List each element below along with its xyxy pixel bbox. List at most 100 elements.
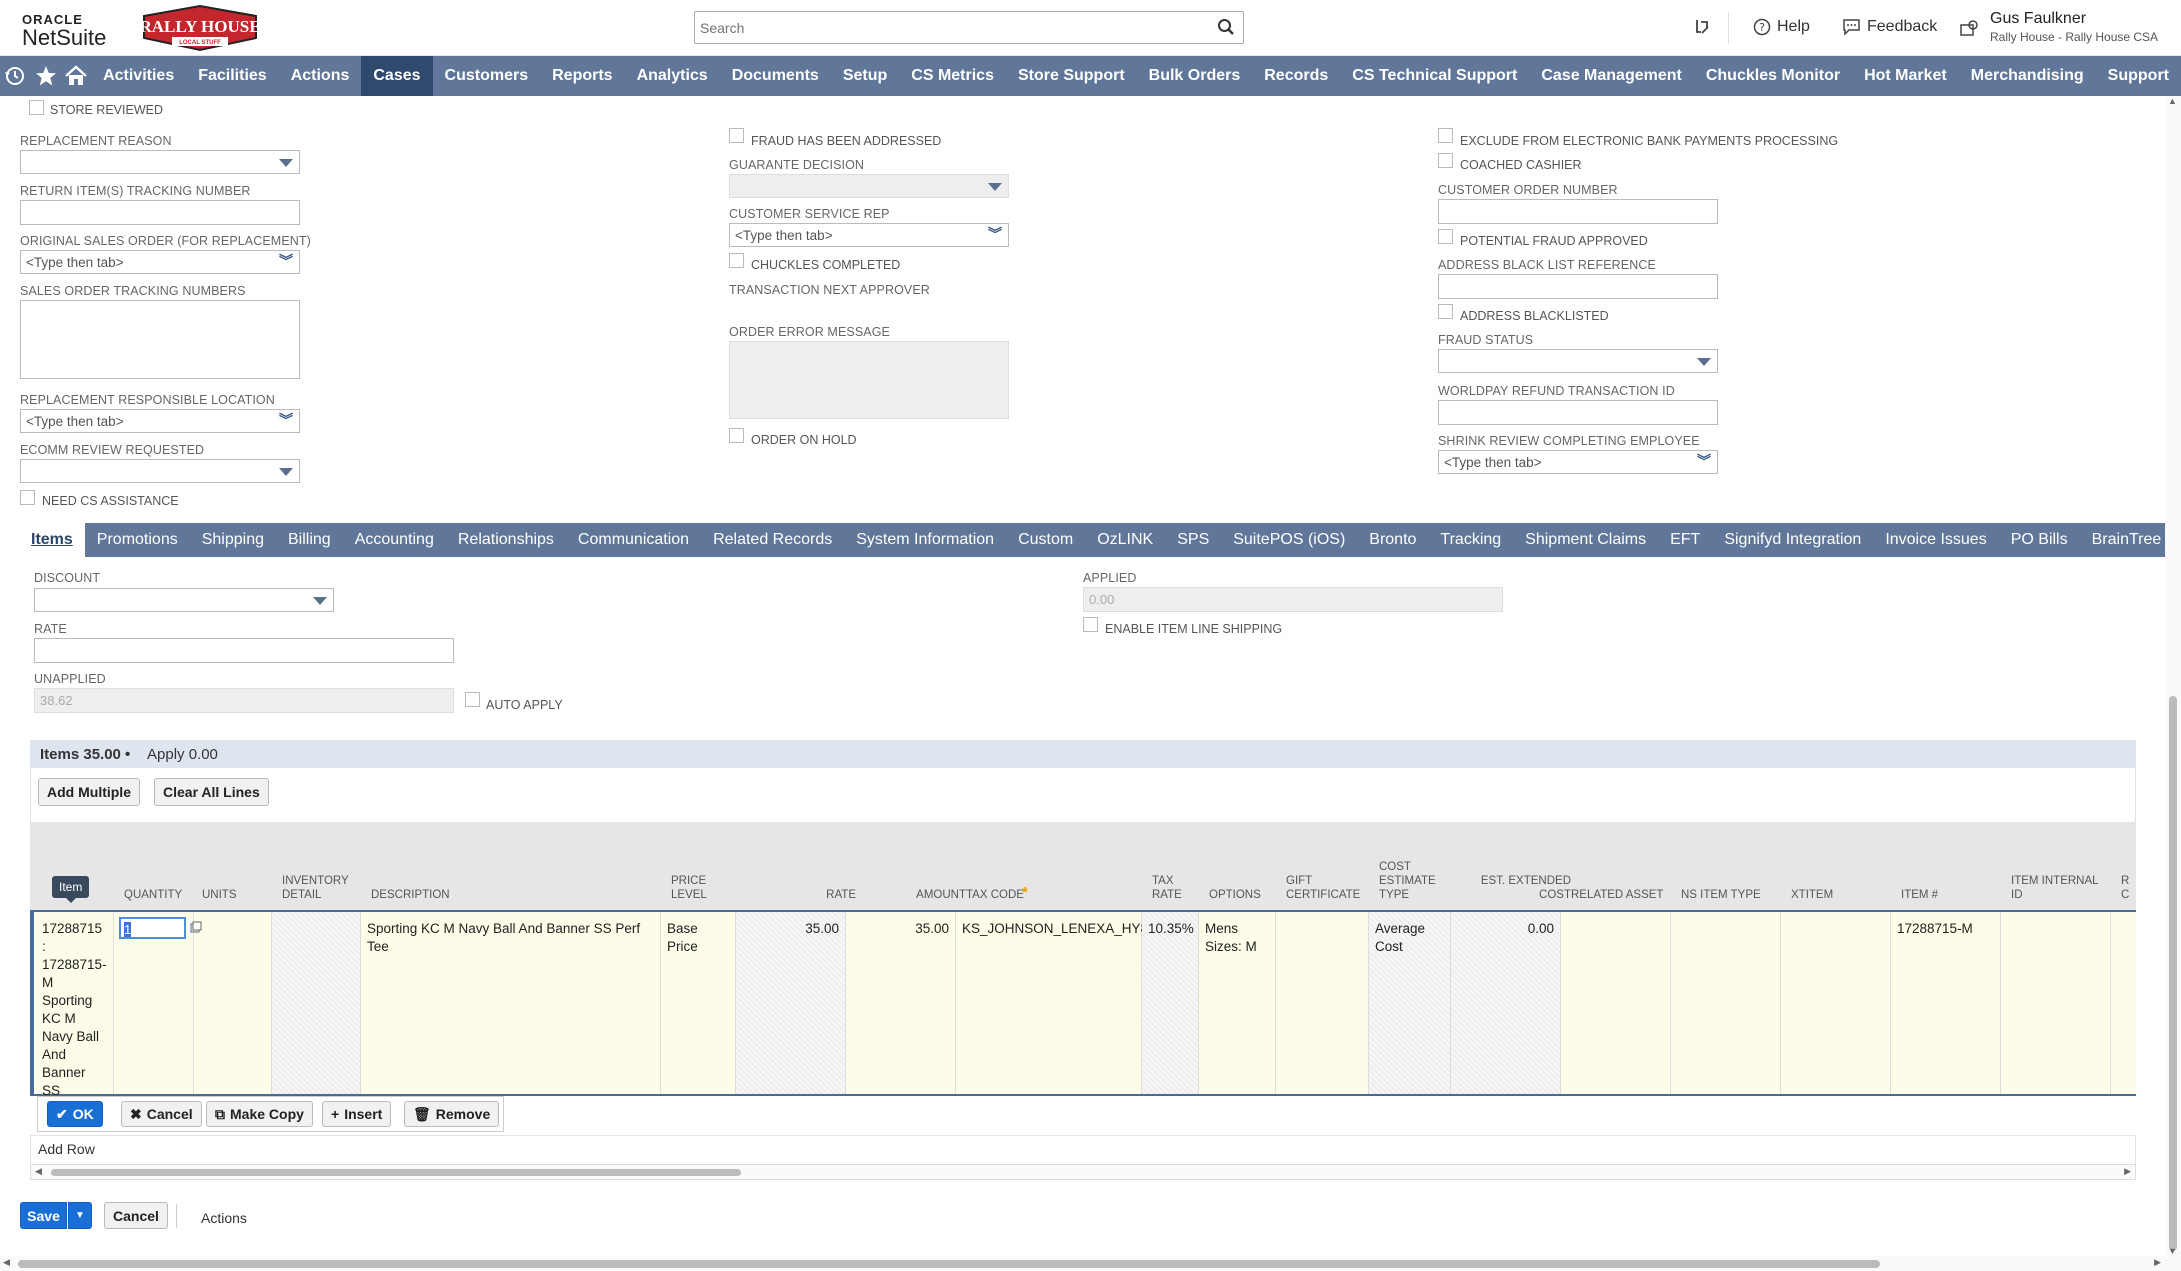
tab-eft[interactable]: EFT <box>1658 523 1712 557</box>
page-hscroll-thumb[interactable] <box>18 1260 1880 1268</box>
nav-item-facilities[interactable]: Facilities <box>186 56 278 96</box>
enable-line-shipping-checkbox[interactable] <box>1083 617 1098 632</box>
tab-braintree[interactable]: BrainTree <box>2080 523 2174 557</box>
tab-related-records[interactable]: Related Records <box>701 523 844 557</box>
nav-item-customers[interactable]: Customers <box>433 56 541 96</box>
tab-communication[interactable]: Communication <box>566 523 701 557</box>
fraud-addressed-checkbox[interactable] <box>729 128 744 143</box>
exclude-ebp-checkbox[interactable] <box>1438 128 1453 143</box>
tab-invoice-issues[interactable]: Invoice Issues <box>1873 523 1998 557</box>
grid-scroll-thumb[interactable] <box>51 1169 741 1176</box>
store-reviewed-checkbox[interactable] <box>29 100 44 115</box>
shrink-review-select[interactable]: <Type then tab> ︾ <box>1438 450 1718 474</box>
tab-items[interactable]: Items <box>19 523 85 557</box>
related-asset-cell[interactable] <box>1561 912 1671 1094</box>
item-cell[interactable]: 17288715 : 17288715- M Sporting KC M Nav… <box>36 912 114 1116</box>
recent-nav-button[interactable] <box>0 56 30 96</box>
user-menu[interactable]: Gus Faulkner Rally House - Rally House C… <box>1990 10 2158 44</box>
page-vertical-scrollbar[interactable]: ▲ ▼ <box>2165 96 2181 1256</box>
replacement-location-select[interactable]: <Type then tab> ︾ <box>20 409 300 433</box>
address-blacklisted-checkbox[interactable] <box>1438 304 1453 319</box>
add-row-link[interactable]: Add Row <box>38 1141 95 1157</box>
nav-item-cases[interactable]: Cases <box>361 56 433 96</box>
worldpay-refund-input[interactable] <box>1438 400 1718 425</box>
nav-item-actions[interactable]: Actions <box>279 56 362 96</box>
page-horizontal-scrollbar[interactable]: ◀ ▶ <box>0 1256 2181 1271</box>
tab-tracking[interactable]: Tracking <box>1428 523 1513 557</box>
nav-item-analytics[interactable]: Analytics <box>625 56 720 96</box>
discount-select[interactable] <box>34 588 334 612</box>
address-black-list-input[interactable] <box>1438 274 1718 299</box>
nav-item-bulk-orders[interactable]: Bulk Orders <box>1137 56 1253 96</box>
scroll-left-icon[interactable]: ◀ <box>35 1166 42 1177</box>
role-switch-icon[interactable] <box>1960 19 1980 39</box>
tab-signifyd-integration[interactable]: Signifyd Integration <box>1712 523 1873 557</box>
nav-item-cs-metrics[interactable]: CS Metrics <box>899 56 1006 96</box>
cancel-button[interactable]: Cancel <box>104 1202 168 1229</box>
cs-rep-select[interactable]: <Type then tab> ︾ <box>729 223 1009 247</box>
scroll-up-icon[interactable]: ▲ <box>2168 96 2177 106</box>
tab-custom[interactable]: Custom <box>1006 523 1085 557</box>
auto-apply-checkbox[interactable] <box>465 692 480 707</box>
tab-shipment-claims[interactable]: Shipment Claims <box>1513 523 1658 557</box>
extra-cell[interactable] <box>2111 912 2136 1094</box>
order-on-hold-checkbox[interactable] <box>729 428 744 443</box>
tab-billing[interactable]: Billing <box>276 523 343 557</box>
gift-certificate-cell[interactable] <box>1276 912 1369 1094</box>
coached-cashier-checkbox[interactable] <box>1438 153 1453 168</box>
nav-item-cs-technical-support[interactable]: CS Technical Support <box>1340 56 1529 96</box>
xtitem-cell[interactable] <box>1781 912 1891 1094</box>
rate-input[interactable] <box>34 638 454 663</box>
units-cell[interactable] <box>194 912 272 1094</box>
nav-item-records[interactable]: Records <box>1252 56 1340 96</box>
ecomm-review-select[interactable] <box>20 459 300 483</box>
shortcuts-nav-button[interactable] <box>30 56 60 96</box>
description-cell[interactable]: Sporting KC M Navy Ball And Banner SS Pe… <box>361 912 661 1094</box>
item-internal-id-cell[interactable] <box>2001 912 2111 1094</box>
page-scroll-thumb[interactable] <box>2169 696 2177 1251</box>
item-number-cell[interactable]: 17288715-M <box>1891 912 2001 1094</box>
guarantee-decision-select[interactable] <box>729 174 1009 198</box>
nav-item-activities[interactable]: Activities <box>91 56 186 96</box>
return-tracking-input[interactable] <box>20 200 300 225</box>
tab-accounting[interactable]: Accounting <box>343 523 446 557</box>
customer-order-number-input[interactable] <box>1438 199 1718 224</box>
remove-button[interactable]: 🗑 Remove <box>404 1101 500 1127</box>
sales-order-tracking-textarea[interactable] <box>20 300 300 379</box>
ok-button[interactable]: ✔ OK <box>47 1101 103 1127</box>
actions-menu[interactable]: Actions <box>201 1210 247 1226</box>
nav-item-reports[interactable]: Reports <box>540 56 624 96</box>
netsuite-logo[interactable]: ORACLE NetSuite <box>22 12 106 49</box>
nav-item-merchandising[interactable]: Merchandising <box>1959 56 2096 96</box>
apply-total-tab[interactable]: Apply 0.00 <box>147 746 218 763</box>
nav-item-case-management[interactable]: Case Management <box>1529 56 1694 96</box>
tab-suitepos-ios-[interactable]: SuitePOS (iOS) <box>1221 523 1357 557</box>
feedback-link[interactable]: Feedback <box>1842 18 1937 36</box>
table-row[interactable]: 17288715 : 17288715- M Sporting KC M Nav… <box>30 910 2136 1116</box>
chuckles-completed-checkbox[interactable] <box>729 253 744 268</box>
potential-fraud-checkbox[interactable] <box>1438 229 1453 244</box>
recent-records-icon[interactable] <box>1693 17 1713 37</box>
replacement-reason-select[interactable] <box>20 150 300 174</box>
scroll-right-icon[interactable]: ▶ <box>2124 1166 2131 1177</box>
scroll-down-icon[interactable]: ▼ <box>2168 1246 2177 1256</box>
amount-cell[interactable]: 35.00 <box>846 912 956 1094</box>
global-search[interactable] <box>694 11 1244 44</box>
clear-all-lines-button[interactable]: Clear All Lines <box>154 778 269 806</box>
save-options-button[interactable]: ▼ <box>68 1202 92 1229</box>
tab-system-information[interactable]: System Information <box>844 523 1006 557</box>
nav-item-support[interactable]: Support <box>2096 56 2181 96</box>
quantity-input[interactable]: 1 <box>119 917 186 939</box>
grid-horizontal-scrollbar[interactable]: ◀ ▶ <box>30 1164 2136 1180</box>
home-nav-button[interactable] <box>61 56 91 96</box>
nav-item-setup[interactable]: Setup <box>831 56 899 96</box>
page-scroll-right-icon[interactable]: ▶ <box>2154 1257 2161 1268</box>
search-icon[interactable] <box>1217 18 1235 36</box>
nav-item-store-support[interactable]: Store Support <box>1006 56 1137 96</box>
quantity-cell[interactable]: 1 <box>114 912 202 1094</box>
tab-po-bills[interactable]: PO Bills <box>1999 523 2080 557</box>
tab-shipping[interactable]: Shipping <box>190 523 276 557</box>
help-link[interactable]: ? Help <box>1753 18 1810 36</box>
ns-item-type-cell[interactable] <box>1671 912 1781 1094</box>
tab-ozlink[interactable]: OzLINK <box>1085 523 1165 557</box>
